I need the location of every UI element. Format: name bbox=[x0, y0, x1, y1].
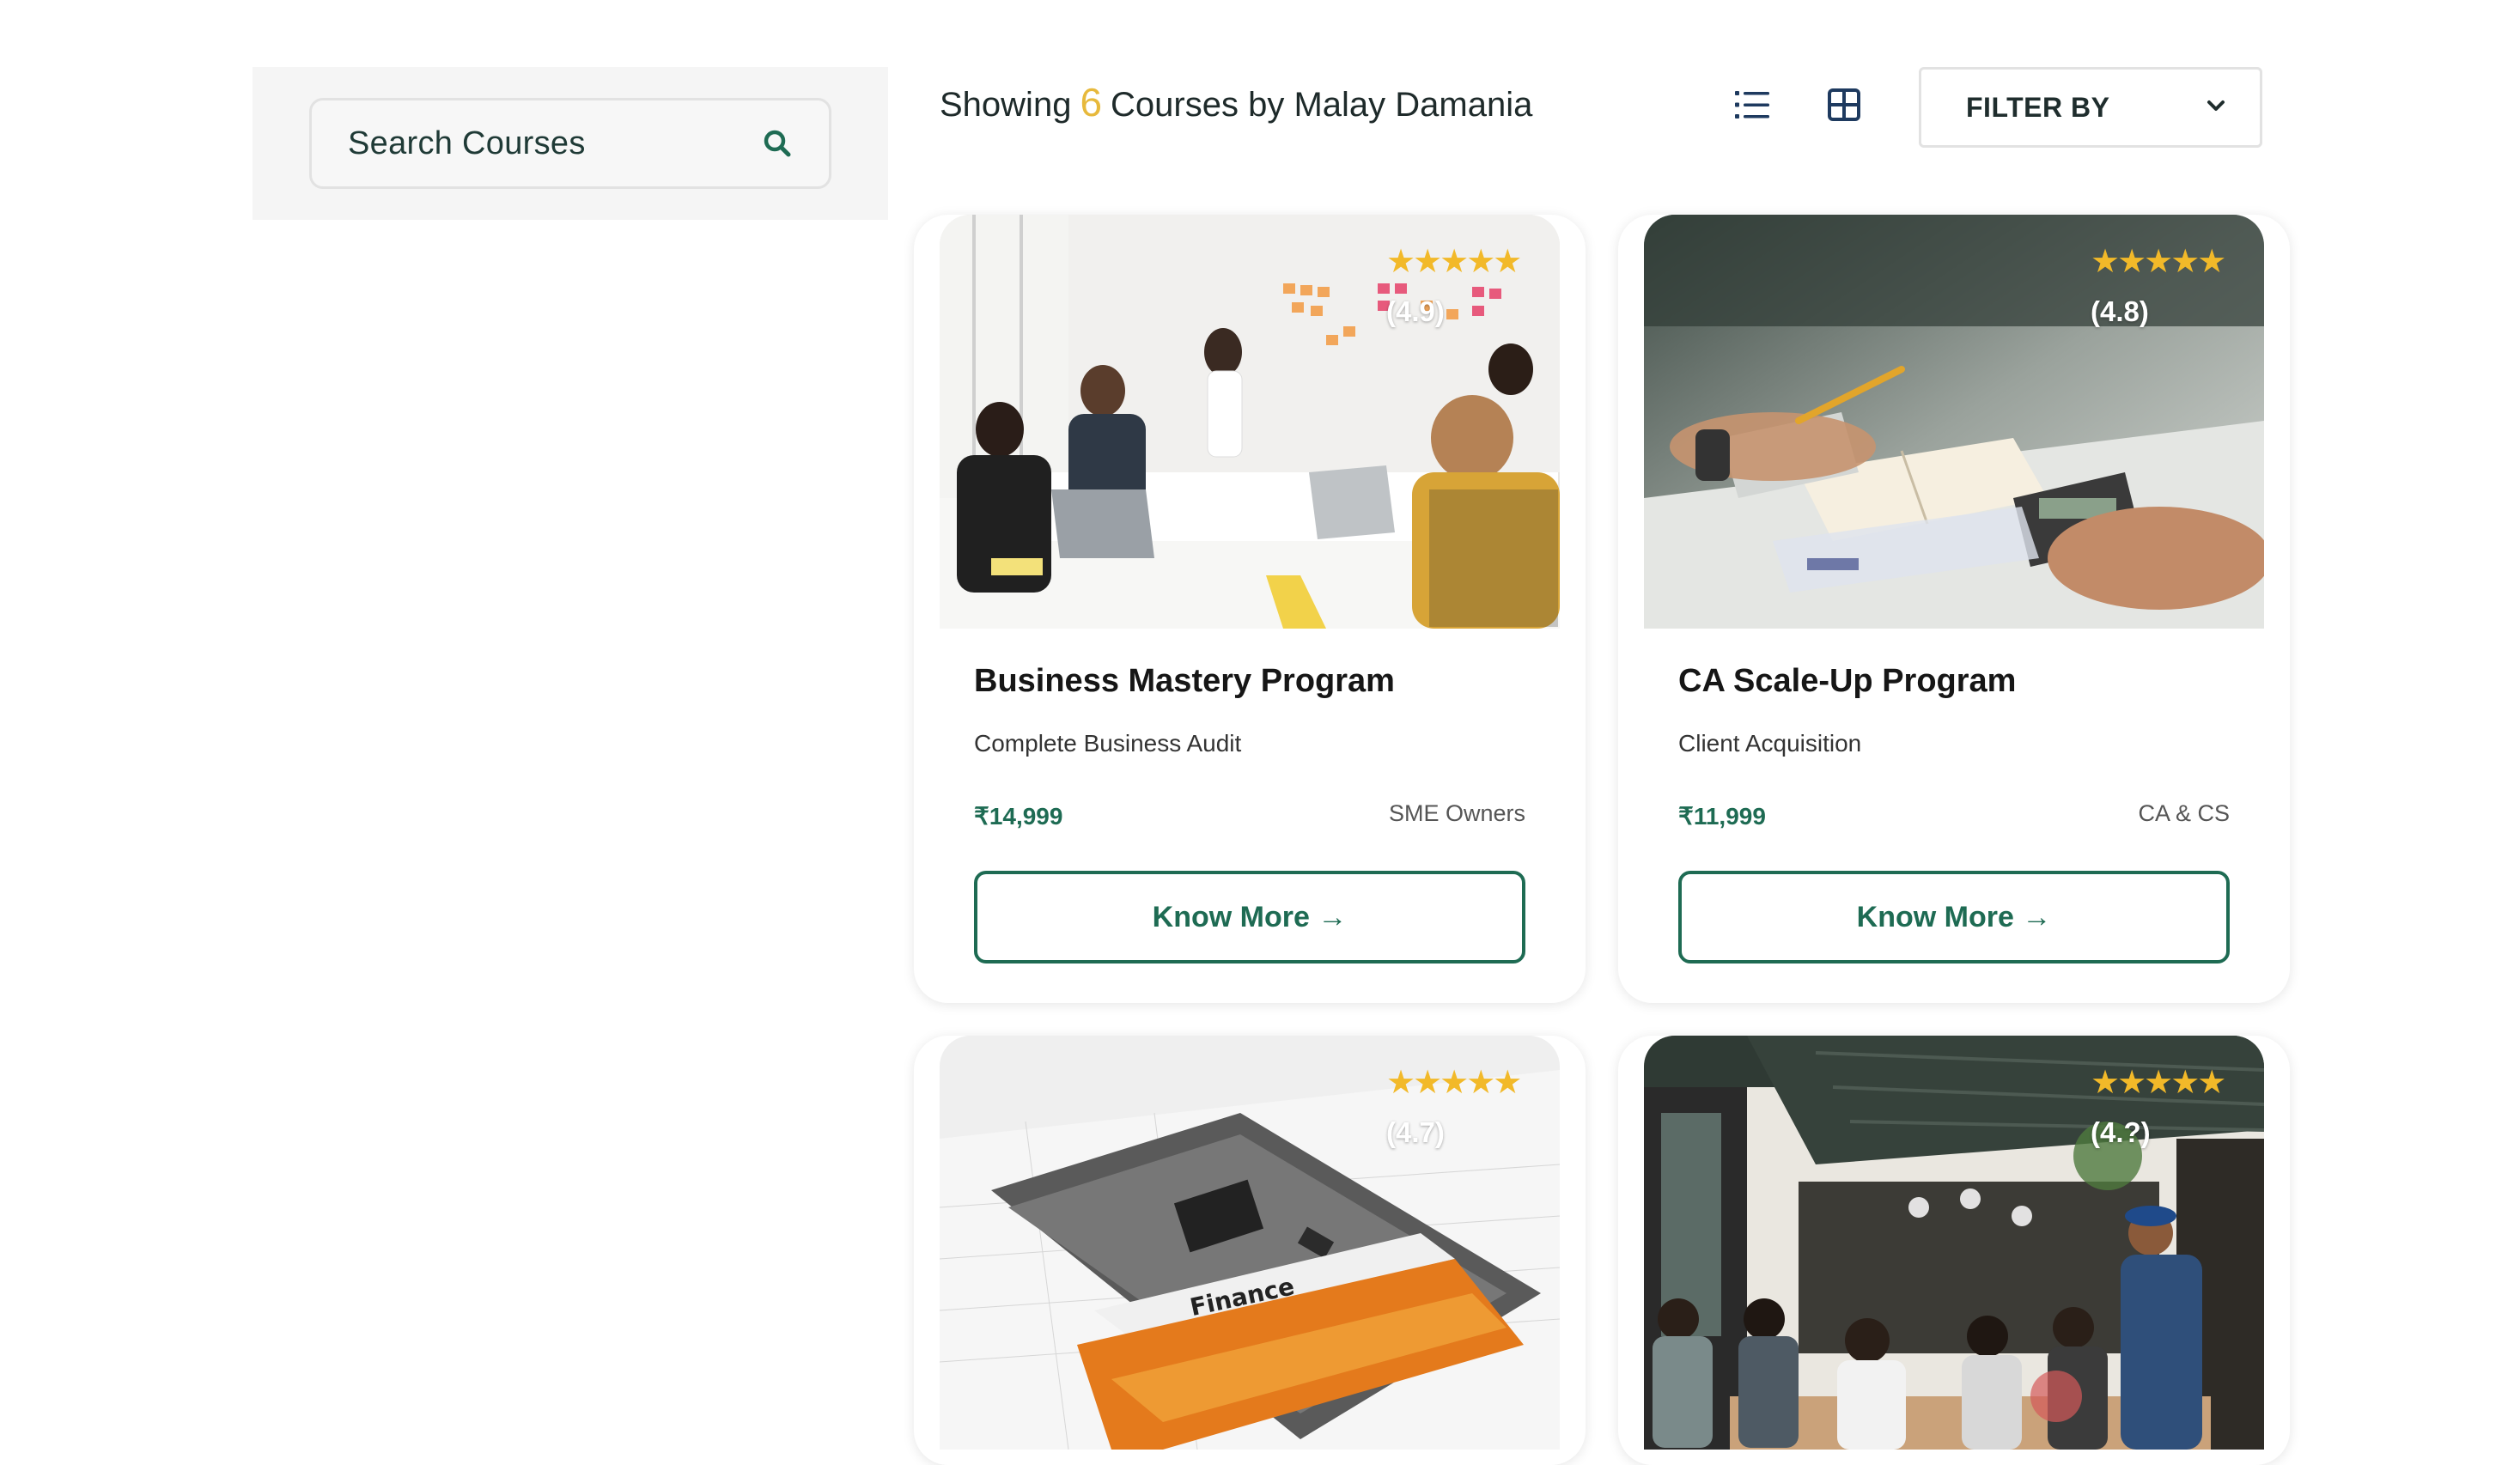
results-suffix: Courses by Malay Damania bbox=[1111, 86, 1533, 124]
course-subtitle: Client Acquisition bbox=[1678, 730, 1862, 757]
star-rating-icon: ★★★★★ bbox=[2091, 1065, 2226, 1101]
list-view-icon[interactable] bbox=[1730, 82, 1774, 127]
course-title: Business Mastery Program bbox=[974, 663, 1395, 699]
chevron-down-icon bbox=[2207, 100, 2225, 116]
course-price: ₹11,999 bbox=[1678, 803, 1766, 830]
search-icon[interactable] bbox=[760, 126, 794, 161]
course-card[interactable]: Finance ★★★★★ (4.7) bbox=[914, 1036, 1586, 1465]
course-audience: SME Owners bbox=[1388, 800, 1525, 826]
star-rating-icon: ★★★★★ bbox=[2091, 244, 2226, 280]
search-placeholder: Search Courses bbox=[348, 125, 586, 161]
rating-value: (4.8) bbox=[2091, 295, 2149, 327]
filter-label: FILTER BY bbox=[1966, 91, 2110, 123]
rating: ★★★★★ (4.7) bbox=[1386, 1065, 1522, 1149]
grid-view-icon[interactable] bbox=[1822, 82, 1866, 127]
star-rating-icon: ★★★★★ bbox=[1386, 244, 1522, 280]
results-heading: Showing 6 Courses by Malay Damania bbox=[940, 79, 1532, 131]
course-price: ₹14,999 bbox=[974, 803, 1063, 830]
rating-value: (4.7) bbox=[1386, 1116, 1445, 1148]
know-more-button[interactable]: Know More → bbox=[1678, 871, 2230, 963]
course-image-calculator: ★★★★★ (4.8) bbox=[1644, 215, 2264, 629]
rating: ★★★★★ (4.8) bbox=[2091, 244, 2226, 328]
know-more-button[interactable]: Know More → bbox=[974, 871, 1525, 963]
rating-value: (4.9) bbox=[1386, 295, 1445, 327]
course-card[interactable]: ★★★★★ (4.8) CA Scale-Up Program Client A… bbox=[1618, 215, 2290, 1003]
course-title: CA Scale-Up Program bbox=[1678, 663, 2017, 699]
results-count: 6 bbox=[1080, 80, 1103, 125]
course-audience: CA & CS bbox=[2138, 800, 2230, 826]
course-image-restaurant: ★★★★★ (4.?) bbox=[1644, 1036, 2264, 1450]
course-subtitle: Complete Business Audit bbox=[974, 730, 1242, 757]
course-card[interactable]: ★★★★★ (4.9) Business Mastery Program Com… bbox=[914, 215, 1586, 1003]
star-rating-icon: ★★★★★ bbox=[1386, 1065, 1522, 1101]
search-input[interactable]: Search Courses bbox=[309, 98, 831, 189]
results-prefix: Showing bbox=[940, 86, 1072, 124]
rating: ★★★★★ (4.9) bbox=[1386, 244, 1522, 328]
rating: ★★★★★ (4.?) bbox=[2091, 1065, 2226, 1149]
rating-value: (4.?) bbox=[2091, 1116, 2151, 1148]
course-image-finance: Finance ★★★★★ (4.7) bbox=[940, 1036, 1560, 1450]
sidebar: Search Courses bbox=[253, 67, 888, 220]
course-image-office-meeting: ★★★★★ (4.9) bbox=[940, 215, 1560, 629]
course-card[interactable]: ★★★★★ (4.?) bbox=[1618, 1036, 2290, 1465]
filter-dropdown[interactable]: FILTER BY bbox=[1919, 67, 2262, 148]
